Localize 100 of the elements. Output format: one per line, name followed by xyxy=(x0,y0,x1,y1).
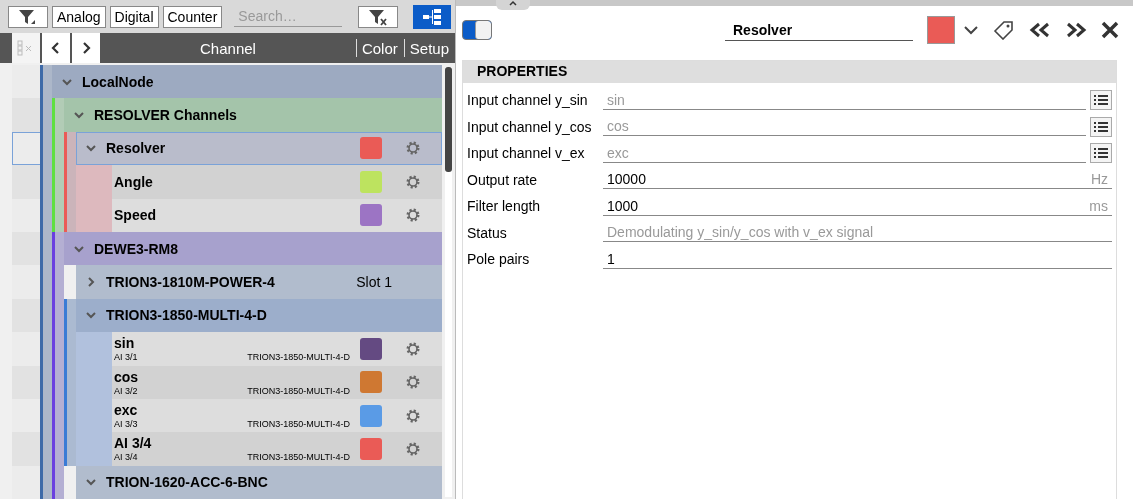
gear-icon[interactable] xyxy=(406,141,420,156)
slot-label: Slot 1 xyxy=(356,274,392,291)
channel-name: sin xyxy=(114,335,136,352)
caret-up-icon[interactable] xyxy=(508,0,518,7)
tree-row[interactable]: Speed xyxy=(112,198,442,232)
color-swatch[interactable] xyxy=(360,438,382,460)
tree-row[interactable]: Resolver xyxy=(76,131,442,166)
channel-input-label: AI 3/4 xyxy=(114,452,138,463)
device-name: TRION3-1850-MULTI-4-D xyxy=(247,452,350,463)
enable-toggle[interactable] xyxy=(462,20,492,40)
section-header: PROPERTIES xyxy=(463,61,1116,83)
dropdown-icon[interactable] xyxy=(963,25,979,35)
tree-node-label[interactable]: TRION3-1810M-POWER-4 xyxy=(106,274,275,291)
gear-icon[interactable] xyxy=(406,442,420,456)
indent-area xyxy=(76,198,112,232)
row-header-cell[interactable] xyxy=(12,165,40,199)
tree-node-label[interactable]: LocalNode xyxy=(82,73,154,90)
row-header-cell[interactable] xyxy=(12,365,40,399)
color-swatch[interactable] xyxy=(360,337,382,360)
tree-icon[interactable] xyxy=(422,8,442,25)
tree-row[interactable]: AI 3/4 AI 3/4 TRION3-1850-MULTI-4-D xyxy=(112,432,442,466)
channel-name-field[interactable]: Resolver xyxy=(725,19,913,41)
tree-node-label[interactable]: TRION-1620-ACC-6-BNC xyxy=(106,474,268,491)
row-header-cell[interactable] xyxy=(12,432,40,466)
double-chevron-right-icon[interactable] xyxy=(1065,22,1087,38)
tree-node-label[interactable]: TRION3-1850-MULTI-4-D xyxy=(106,307,267,324)
color-swatch[interactable] xyxy=(360,404,382,427)
next-button[interactable] xyxy=(72,33,100,63)
row-header-cell[interactable] xyxy=(12,65,40,99)
depth-stripe xyxy=(64,198,76,232)
tree-row[interactable]: exc AI 3/3 TRION3-1850-MULTI-4-D xyxy=(112,398,442,433)
tree-row[interactable]: TRION-1620-ACC-6-BNC xyxy=(76,465,442,499)
property-label: Input channel v_ex xyxy=(467,145,586,162)
property-label: Output rate xyxy=(467,171,539,188)
tree-row[interactable]: cos AI 3/2 TRION3-1850-MULTI-4-D xyxy=(112,365,442,399)
tree-row[interactable]: TRION3-1850-MULTI-4-D xyxy=(76,298,442,333)
depth-stripe xyxy=(40,465,52,499)
row-header-cell[interactable] xyxy=(12,398,40,433)
column-header[interactable]: Color xyxy=(355,39,404,57)
color-swatch[interactable] xyxy=(927,16,955,44)
property-label: Pole pairs xyxy=(467,251,531,268)
tree-row[interactable]: DEWE3-RM8 xyxy=(64,231,442,266)
filter-button[interactable] xyxy=(8,5,48,28)
filter-type-button[interactable]: Analog xyxy=(52,5,106,28)
chevron-down-icon[interactable] xyxy=(86,477,96,488)
color-swatch[interactable] xyxy=(360,371,382,394)
chevron-down-icon[interactable] xyxy=(74,243,84,254)
property-label: Status xyxy=(467,224,508,241)
row-header-cell[interactable] xyxy=(12,198,40,232)
chevron-right-icon[interactable] xyxy=(81,42,91,54)
filter-type-button[interactable]: Counter xyxy=(162,5,223,28)
tree-node-label[interactable]: Resolver xyxy=(106,140,166,157)
gear-icon[interactable] xyxy=(406,408,420,423)
depth-stripe xyxy=(52,465,64,499)
filter-type-button[interactable]: Digital xyxy=(109,5,159,28)
row-header-cell[interactable] xyxy=(12,231,40,266)
tree-row[interactable]: Angle xyxy=(112,165,442,199)
tree-row[interactable]: LocalNode xyxy=(52,65,442,99)
row-header-cell[interactable] xyxy=(12,298,40,333)
scrollbar-thumb[interactable] xyxy=(445,67,452,172)
property-field[interactable]: 1000 ms xyxy=(603,196,1112,216)
column-header[interactable]: Setup xyxy=(403,39,455,57)
row-header-cell[interactable] xyxy=(12,265,40,299)
row-header-cell[interactable] xyxy=(12,98,40,132)
chevron-down-icon[interactable] xyxy=(86,143,96,154)
tree-node-label[interactable]: DEWE3-RM8 xyxy=(94,240,178,257)
color-swatch[interactable] xyxy=(360,137,382,160)
indent-area xyxy=(76,165,112,199)
tree-row[interactable]: sin AI 3/1 TRION3-1850-MULTI-4-D xyxy=(112,332,442,366)
previous-button[interactable] xyxy=(42,33,70,63)
tree-node-label[interactable]: RESOLVER Channels xyxy=(94,107,237,124)
row-header-cell[interactable] xyxy=(12,465,40,499)
clear-filter-icon[interactable] xyxy=(367,7,390,26)
row-header-cell[interactable] xyxy=(12,131,40,166)
double-chevron-left-icon[interactable] xyxy=(1029,22,1051,38)
column-header[interactable]: Channel xyxy=(100,33,356,63)
device-name: TRION3-1850-MULTI-4-D xyxy=(247,385,350,396)
collapse-tab[interactable] xyxy=(496,0,530,10)
tree-row[interactable]: TRION3-1810M-POWER-4 Slot 1 xyxy=(76,265,442,299)
channel-input-label: AI 3/3 xyxy=(114,419,138,430)
tag-icon[interactable] xyxy=(993,20,1015,40)
gear-icon[interactable] xyxy=(406,174,420,189)
close-icon[interactable] xyxy=(1101,21,1119,39)
property-field[interactable]: 10000 Hz xyxy=(603,170,1112,190)
row-header-cell[interactable] xyxy=(12,332,40,366)
tree-view-button[interactable] xyxy=(413,4,451,29)
gear-icon[interactable] xyxy=(406,341,420,356)
gear-icon[interactable] xyxy=(406,375,420,390)
tree-row[interactable]: RESOLVER Channels xyxy=(64,98,442,132)
gear-icon[interactable] xyxy=(406,208,420,223)
chevron-down-icon[interactable] xyxy=(74,110,84,121)
clear-filter-button[interactable] xyxy=(358,5,399,28)
depth-stripe xyxy=(52,198,64,232)
color-swatch[interactable] xyxy=(360,204,382,227)
property-field[interactable]: 1 xyxy=(603,249,1112,269)
chevron-left-icon[interactable] xyxy=(51,42,61,54)
indent-area xyxy=(76,432,112,466)
chevron-down-icon[interactable] xyxy=(86,310,96,321)
color-swatch[interactable] xyxy=(360,170,382,193)
chevron-down-icon[interactable] xyxy=(62,76,72,87)
